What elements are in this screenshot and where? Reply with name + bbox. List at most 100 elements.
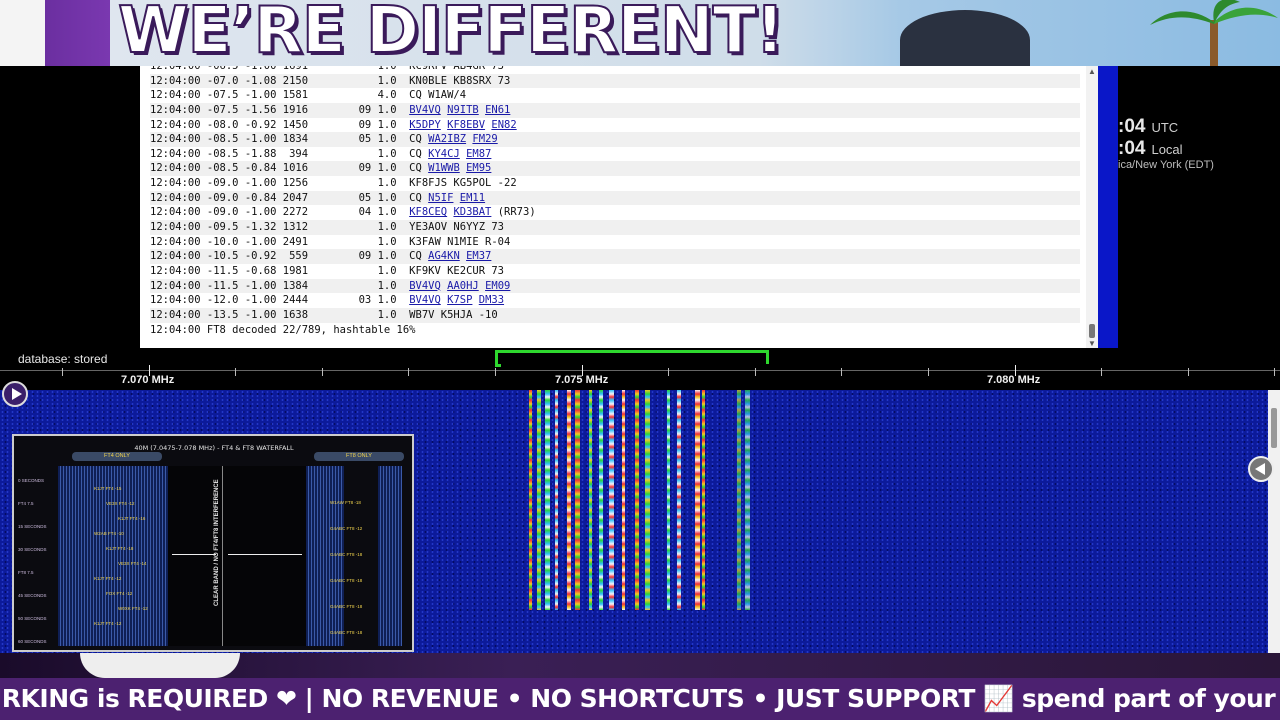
- decoder-line: 12:04:00 -07.5 -1.56 1916 09 1.0 BV4VQ N…: [150, 102, 1080, 118]
- decoder-line: 12:04:00 -08.5 -1.88 394 1.0 CQ KY4CJ EM…: [150, 147, 1080, 162]
- freq-label-7080: 7.080 MHz: [987, 374, 1041, 386]
- inset-ft4-call: K1JT FT4 -15: [94, 486, 122, 491]
- callsign-link[interactable]: AA0HJ: [447, 280, 479, 292]
- decoder-line: 12:04:00 -07.0 -1.08 2150 1.0 KN0BLE KB8…: [150, 73, 1080, 89]
- scroll-thumb[interactable]: [1089, 324, 1095, 338]
- inset-ft4-call: VE3X FT4 -12: [106, 501, 135, 506]
- callsign-link[interactable]: EN61: [485, 104, 510, 116]
- callsign-link[interactable]: N9ITB: [447, 104, 479, 116]
- callsign-link[interactable]: WA2IBZ: [428, 133, 466, 145]
- signal-trace: [599, 390, 603, 610]
- callsign-link[interactable]: EM95: [466, 162, 491, 174]
- decoder-panel: 12:04:00 -06.5 -1.00 1691 1.0 KC9RFV AB4…: [140, 66, 1098, 348]
- utc-label: UTC: [1151, 120, 1179, 135]
- freq-label-7075: 7.075 MHz: [555, 374, 609, 386]
- inset-ft4-call: K1JT FT4 -16: [118, 516, 146, 521]
- inset-ft8-call: G4ABC FT8 -18: [330, 578, 363, 583]
- inset-axis-label: FT4 7.5: [18, 501, 34, 506]
- inset-time-axis: 0 SECONDS FT4 7.5 15 SECONDS 30 SECONDS FT8 …: [14, 448, 56, 646]
- ticker-text: URKING is REQUIRED ❤ | NO REVENUE • NO S…: [0, 684, 1280, 713]
- inset-ft4-call: K1JT FT4 -12: [94, 621, 122, 626]
- callsign-link[interactable]: W1WWB: [428, 162, 460, 174]
- callsign-link[interactable]: FM29: [472, 133, 497, 145]
- local-label: Local: [1151, 142, 1183, 157]
- scale-ruler: [0, 370, 1280, 371]
- frequency-scale[interactable]: database: stored 7.070 MHz 7.075 MHz 7.0…: [0, 348, 1280, 390]
- signal-traces: [527, 390, 757, 620]
- inset-ft4-call: VE3X FT4 -14: [118, 561, 147, 566]
- decoder-scrollbar[interactable]: ▲ ▼: [1086, 66, 1098, 348]
- decoder-text: (RR73): [491, 206, 536, 219]
- clear-band: [168, 466, 306, 646]
- callsign-link[interactable]: EM09: [485, 280, 510, 292]
- scale-tick: [1274, 368, 1276, 376]
- scale-tick: [754, 368, 756, 376]
- callsign-link[interactable]: EM11: [460, 192, 485, 204]
- decoder-line: 12:04:00 -11.5 -1.00 1384 1.0 BV4VQ AA0H…: [150, 278, 1080, 294]
- arrow-left: [172, 554, 216, 555]
- inset-axis-label: 50 SECONDS: [18, 616, 47, 621]
- scale-tick: [1101, 368, 1103, 376]
- inset-axis-label: 30 SECONDS: [18, 547, 47, 552]
- decoder-text: 12:04:00 -11.5 -0.68 1981 1.0 KF9KV KE2C…: [150, 264, 505, 277]
- callsign-link[interactable]: KY4CJ: [428, 148, 460, 160]
- callsign-link[interactable]: BV4VQ: [409, 104, 441, 116]
- signal-trace: [567, 390, 571, 610]
- inset-axis-label: 0 SECONDS: [18, 478, 45, 483]
- callsign-link[interactable]: K5DPY: [409, 119, 441, 131]
- decoder-text: 12:04:00 -09.0 -1.00 2272 04 1.0: [150, 206, 410, 219]
- status-bar: [1098, 66, 1118, 348]
- signal-trace: [737, 390, 741, 610]
- clock-panel: :04 UTC :04 Local ica/New York (EDT): [1118, 66, 1280, 348]
- scale-tick: [62, 368, 63, 376]
- decoder-line: 12:04:00 -11.5 -0.68 1981 1.0 KF9KV KE2C…: [150, 264, 1080, 279]
- signal-trace: [635, 390, 639, 610]
- play-icon[interactable]: [2, 381, 28, 407]
- ft8-band-2: [378, 466, 402, 646]
- inset-ft4-call: W0XK FT4 -12: [118, 606, 148, 611]
- decoder-text: 12:04:00 -08.0 -0.92 1450 09 1.0: [150, 118, 410, 131]
- signal-trace: [555, 390, 558, 610]
- webcam-strip: [0, 653, 1280, 678]
- callsign-link[interactable]: BV4VQ: [409, 280, 441, 292]
- ft4-only-label: FT4 ONLY: [72, 452, 162, 461]
- decoder-line: 12:04:00 -09.5 -1.32 1312 1.0 YE3AOV N6Y…: [150, 220, 1080, 235]
- clear-band-label: CLEAR BAND / NO FT4/FT8 INTERFERENCE: [214, 479, 220, 606]
- scale-tick: [668, 368, 670, 376]
- callsign-link[interactable]: KF8CEQ: [409, 206, 447, 218]
- inset-ft8-call: G4ABC FT8 -18: [330, 552, 363, 557]
- callsign-link[interactable]: EM87: [466, 148, 491, 160]
- decoder-line: 12:04:00 -08.0 -0.92 1450 09 1.0 K5DPY K…: [150, 118, 1080, 133]
- decoder-line: 12:04:00 -10.5 -0.92 559 09 1.0 CQ AG4KN…: [150, 249, 1080, 264]
- callsign-link[interactable]: EM37: [466, 250, 491, 262]
- decoder-line: 12:04:00 -10.0 -1.00 2491 1.0 K3FAW N1MI…: [150, 235, 1080, 250]
- scale-tick: [928, 368, 929, 376]
- signal-trace: [545, 390, 550, 610]
- callsign-link[interactable]: N5IF: [428, 192, 453, 204]
- stream-banner: WE’RE DIFFERENT!: [0, 0, 1280, 66]
- scroll-down-icon[interactable]: ▼: [1088, 339, 1096, 348]
- callsign-link[interactable]: BV4VQ: [409, 294, 441, 306]
- callsign-link[interactable]: EN82: [491, 119, 516, 131]
- scroll-up-icon[interactable]: ▲: [1088, 67, 1096, 76]
- passband-marker[interactable]: [495, 350, 769, 367]
- utc-time: :04: [1118, 116, 1146, 137]
- waterfall-scrollbar[interactable]: [1268, 390, 1280, 653]
- signal-trace: [667, 390, 670, 610]
- callsign-link[interactable]: KD3BAT: [453, 206, 491, 218]
- decoder-line: 12:04:00 -09.0 -1.00 2272 04 1.0 KF8CEQ …: [150, 205, 1080, 220]
- decoder-line: 12:04:00 -09.0 -0.84 2047 05 1.0 CQ N5IF…: [150, 190, 1080, 206]
- callsign-link[interactable]: AG4KN: [428, 250, 460, 262]
- back-arrow-icon[interactable]: [1248, 456, 1274, 482]
- decoder-text: 12:04:00 -13.5 -1.00 1638 1.0 WB7V K5HJA…: [150, 308, 498, 321]
- decoder-text: 12:04:00 -09.0 -0.84 2047 05 1.0 CQ: [150, 191, 429, 204]
- callsign-link[interactable]: K7SP: [447, 294, 472, 306]
- inset-ft8-call: W1AW FT8 -18: [330, 500, 361, 505]
- clear-band-divider: [222, 466, 223, 646]
- waterfall-reference-inset: 40M (7.0475-7.078 MHz) - FT4 & FT8 WATER…: [12, 434, 414, 652]
- callsign-link[interactable]: DM33: [479, 294, 504, 306]
- signal-trace: [589, 390, 592, 610]
- inset-axis-label: 15 SECONDS: [18, 524, 47, 529]
- callsign-link[interactable]: KF8EBV: [447, 119, 485, 131]
- database-status: database: stored: [18, 352, 108, 366]
